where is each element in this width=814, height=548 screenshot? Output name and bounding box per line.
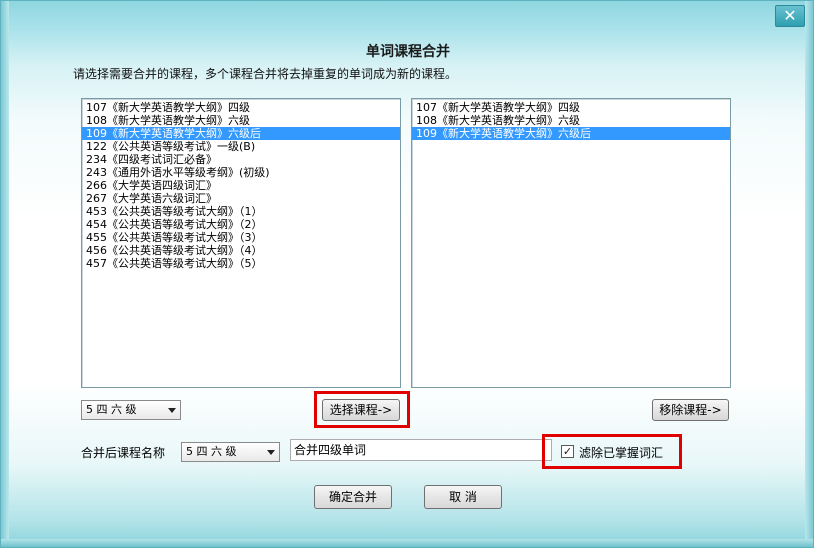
remove-course-button[interactable]: 移除课程-> <box>652 399 729 421</box>
merged-name-label: 合并后课程名称 <box>81 446 166 460</box>
list-item[interactable]: 266《大学英语四级词汇》 <box>82 179 400 192</box>
merged-category-combo-value: 5 四 六 级 <box>186 445 237 458</box>
list-item[interactable]: 234《四级考试词汇必备》 <box>82 153 400 166</box>
list-item[interactable]: 456《公共英语等级考试大纲》（4） <box>82 244 400 257</box>
instruction-text: 请选择需要合并的课程，多个课程合并将去掉重复的单词成为新的课程。 <box>73 67 458 81</box>
list-item[interactable]: 109《新大学英语教学大纲》六级后 <box>412 127 730 140</box>
window-frame-bottom <box>1 539 813 547</box>
merged-name-input[interactable]: 合并四级单词 <box>290 439 552 461</box>
list-item[interactable]: 453《公共英语等级考试大纲》（1） <box>82 205 400 218</box>
merged-category-combo[interactable]: 5 四 六 级 <box>181 442 280 462</box>
select-course-button[interactable]: 选择课程-> <box>322 399 400 421</box>
category-combo-value: 5 四 六 级 <box>86 403 137 416</box>
confirm-merge-button[interactable]: 确定合并 <box>314 485 392 509</box>
cancel-button[interactable]: 取 消 <box>424 485 502 509</box>
dialog-title: 单词课程合并 <box>366 44 450 60</box>
chevron-down-icon <box>267 450 275 455</box>
list-item[interactable]: 108《新大学英语教学大纲》六级 <box>82 114 400 127</box>
window-frame-right <box>805 1 813 547</box>
chevron-down-icon <box>168 408 176 413</box>
list-item[interactable]: 267《大学英语六级词汇》 <box>82 192 400 205</box>
list-item[interactable]: 243《通用外语水平等级考纲》(初级) <box>82 166 400 179</box>
filter-mastered-label[interactable]: 滤除已掌握词汇 <box>579 444 663 461</box>
window-frame-left <box>1 1 9 547</box>
category-combo[interactable]: 5 四 六 级 <box>81 400 181 420</box>
list-item[interactable]: 455《公共英语等级考试大纲》（3） <box>82 231 400 244</box>
filter-mastered-checkbox[interactable]: ✓ <box>561 445 574 458</box>
list-item[interactable]: 108《新大学英语教学大纲》六级 <box>412 114 730 127</box>
available-courses-list[interactable]: 107《新大学英语教学大纲》四级 108《新大学英语教学大纲》六级 109《新大学英… <box>81 98 401 388</box>
selected-courses-list[interactable]: 107《新大学英语教学大纲》四级 108《新大学英语教学大纲》六级 109《新大学英… <box>411 98 731 388</box>
list-item[interactable]: 109《新大学英语教学大纲》六级后 <box>82 127 400 140</box>
close-icon[interactable]: ✕ <box>775 5 805 27</box>
list-item[interactable]: 107《新大学英语教学大纲》四级 <box>412 101 730 114</box>
dialog-window: ✕ 单词课程合并 请选择需要合并的课程，多个课程合并将去掉重复的单词成为新的课程… <box>0 0 814 548</box>
list-item[interactable]: 122《公共英语等级考试》一级(B) <box>82 140 400 153</box>
list-item[interactable]: 457《公共英语等级考试大纲》（5） <box>82 257 400 270</box>
list-item[interactable]: 107《新大学英语教学大纲》四级 <box>82 101 400 114</box>
list-item[interactable]: 454《公共英语等级考试大纲》（2） <box>82 218 400 231</box>
